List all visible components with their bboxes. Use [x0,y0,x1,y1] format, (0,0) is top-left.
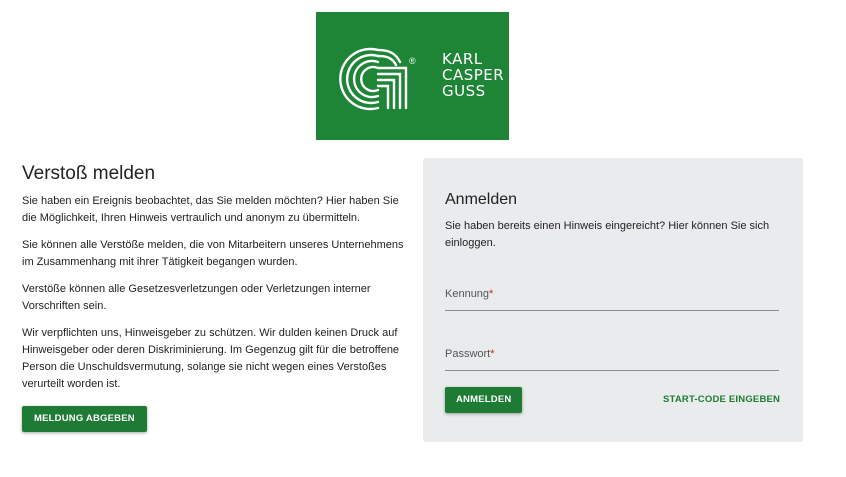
password-field[interactable]: Passwort* [445,344,779,371]
wordmark-line: GUSS [442,82,486,100]
brand-logo: ® KARL CASPER GUSS [316,12,509,140]
report-title: Verstoß melden [22,163,156,184]
report-paragraph: Verstöße können alle Gesetzesverletzunge… [22,283,371,312]
id-field-label: Kennung* [445,288,494,300]
report-paragraph: Wir verpflichten uns, Hinweisgeber zu sc… [22,327,400,390]
report-section: Verstoß melden Sie haben ein Ereignis be… [22,163,410,432]
registered-mark: ® [409,56,416,66]
login-intro: Sie haben bereits einen Hinweis eingerei… [445,220,770,249]
password-field-label: Passwort* [445,348,495,360]
casper-logo-icon [339,47,408,111]
brand-wordmark: KARL CASPER GUSS [442,52,504,100]
login-button[interactable]: Anmelden [445,387,523,413]
submit-report-button[interactable]: Meldung abgeben [22,406,147,432]
id-field[interactable]: Kennung* [445,284,779,311]
enter-startcode-button[interactable]: Start-Code eingeben [663,394,780,405]
login-card: Anmelden Sie haben bereits einen Hinweis… [423,158,803,442]
report-paragraph: Sie können alle Verstöße melden, die von… [22,239,404,268]
login-title: Anmelden [445,191,518,208]
report-paragraph: Sie haben ein Ereignis beobachtet, das S… [22,195,399,224]
